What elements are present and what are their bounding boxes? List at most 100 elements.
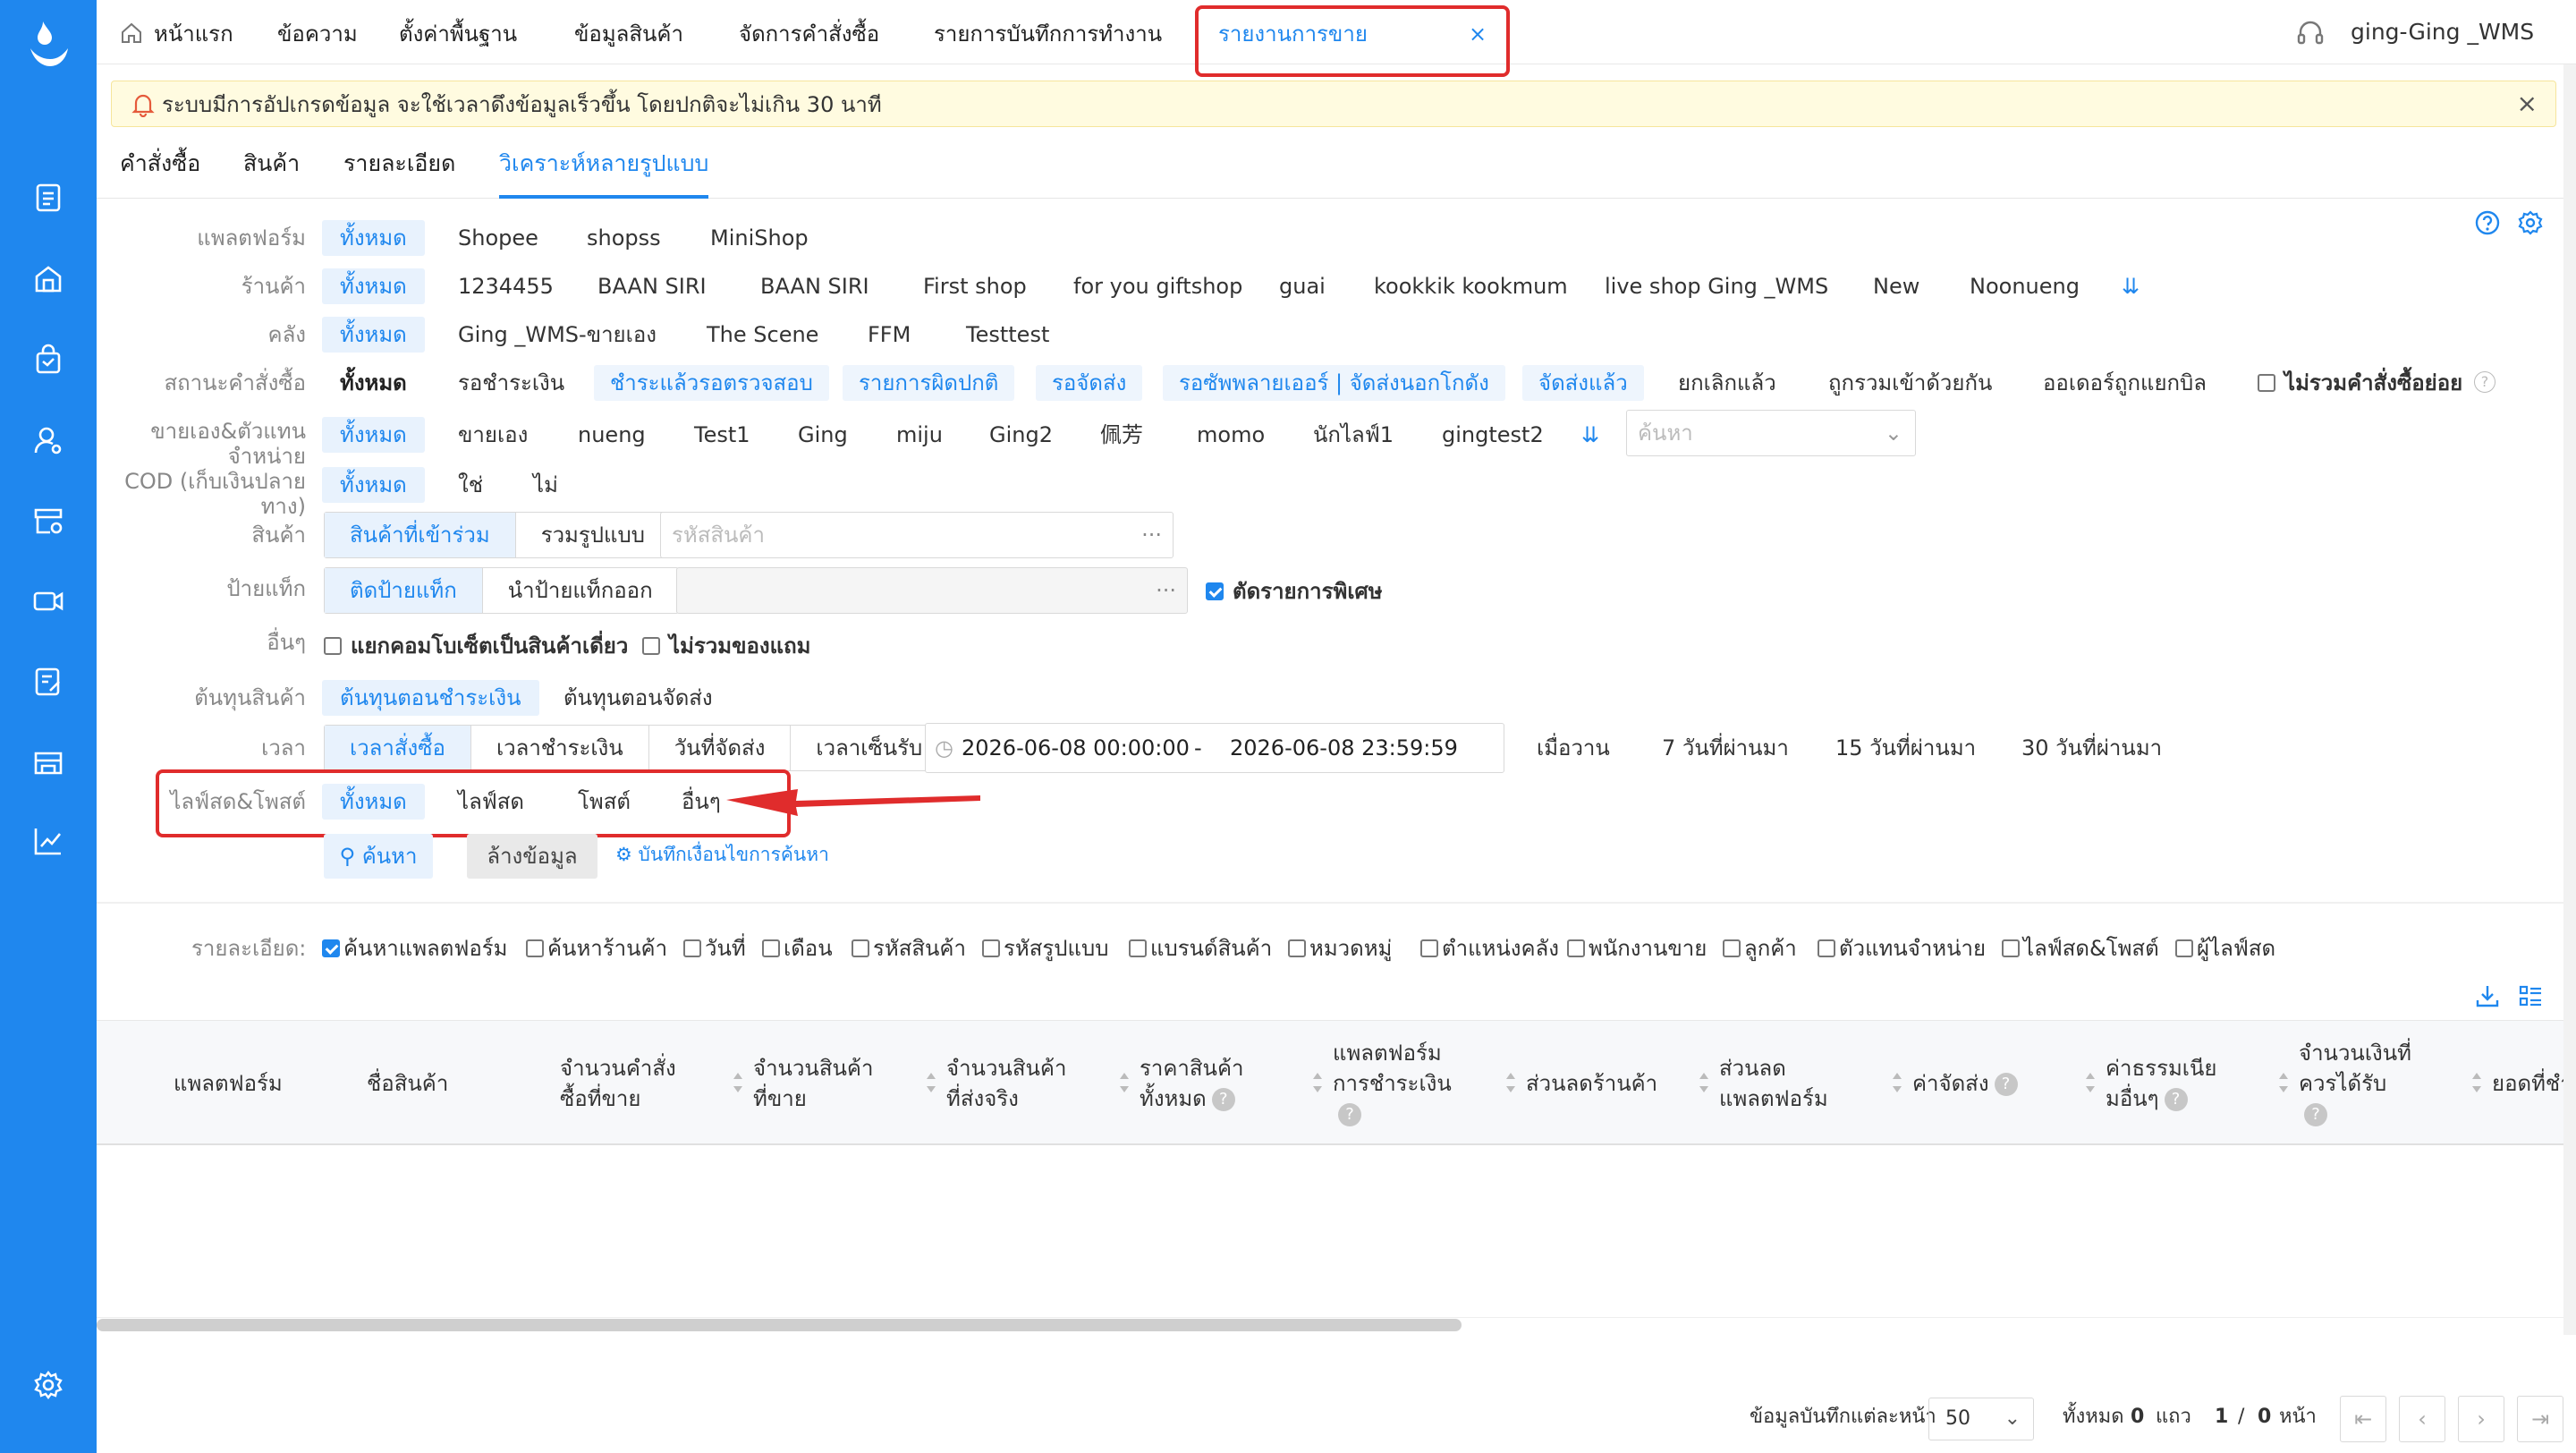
per-page-select[interactable]: 50 ⌄ bbox=[1928, 1398, 2034, 1440]
platform-minishop[interactable]: MiniShop bbox=[710, 220, 809, 256]
store-option[interactable]: New bbox=[1873, 268, 1919, 304]
help-icon[interactable] bbox=[2474, 209, 2501, 236]
notice-close-icon[interactable]: × bbox=[2517, 81, 2538, 126]
nav-messages[interactable]: ข้อความ bbox=[277, 0, 358, 64]
table-column-header[interactable]: ชื่อสินค้า bbox=[367, 1021, 546, 1146]
table-column-header[interactable]: แพลตฟอร์มการชำระเงิน? bbox=[1333, 1021, 1526, 1146]
help-icon[interactable]: ? bbox=[2474, 371, 2496, 393]
live-all[interactable]: ทั้งหมด bbox=[322, 784, 425, 820]
more-icon[interactable]: ··· bbox=[1141, 513, 1162, 557]
table-column-header[interactable]: ส่วนลดแพลตฟอร์ม bbox=[1719, 1021, 1912, 1146]
status-option[interactable]: ยกเลิกแล้ว bbox=[1678, 365, 1776, 401]
table-column-header[interactable]: ส่วนลดร้านค้า bbox=[1526, 1021, 1719, 1146]
gear-icon[interactable] bbox=[32, 1369, 64, 1401]
report-edit-icon[interactable] bbox=[32, 666, 64, 698]
horizontal-scrollbar[interactable] bbox=[97, 1319, 1462, 1331]
date-range-picker[interactable]: ◷ 2026-06-08 00:00:00 - 2026-06-08 23:59… bbox=[925, 723, 1504, 773]
sort-icon[interactable] bbox=[2470, 1069, 2483, 1096]
status-option[interactable]: ออเดอร์ถูกแยกบิล bbox=[2043, 365, 2207, 401]
subtab-multi-analysis[interactable]: วิเคราะห์หลายรูปแบบ bbox=[499, 136, 709, 199]
store-option[interactable]: First shop bbox=[923, 268, 1027, 304]
live-other[interactable]: อื่นๆ bbox=[682, 784, 721, 820]
table-column-header[interactable]: ค่าธรรมเนียมอื่นๆ? bbox=[2106, 1021, 2299, 1146]
seller-option[interactable]: Ging bbox=[798, 417, 848, 453]
detail-checkbox[interactable]: รหัสสินค้า bbox=[852, 933, 966, 964]
vertical-scrollbar[interactable] bbox=[2563, 64, 2576, 1335]
headset-icon[interactable] bbox=[2295, 18, 2326, 48]
detail-checkbox[interactable]: ลูกค้า bbox=[1723, 933, 1797, 964]
save-search-button[interactable]: ⚙ บันทึกเงื่อนไขการค้นหา bbox=[615, 839, 829, 870]
cod-all[interactable]: ทั้งหมด bbox=[322, 467, 425, 503]
detail-checkbox[interactable]: ไลฟ์สด&โพสต์ bbox=[2002, 933, 2159, 964]
shopping-bag-icon[interactable] bbox=[32, 344, 64, 376]
warehouse-option[interactable]: Testtest bbox=[966, 317, 1049, 353]
search-button[interactable]: ⚲ ค้นหา bbox=[324, 834, 433, 879]
tab-close-icon[interactable]: × bbox=[1469, 0, 1487, 64]
split-combo-checkbox[interactable]: แยกคอมโบเซ็ตเป็นสินค้าเดี่ยว bbox=[324, 631, 628, 661]
store-expand-chevron-icon[interactable]: ⇊ bbox=[2122, 268, 2140, 304]
detail-checkbox[interactable]: ค้นหาแพลตฟอร์ม bbox=[322, 933, 507, 964]
table-column-header[interactable]: แพลตฟอร์ม bbox=[174, 1021, 352, 1146]
nav-basic-settings[interactable]: ตั้งค่าพื้นฐาน bbox=[399, 0, 517, 64]
seller-option[interactable]: Test1 bbox=[694, 417, 750, 453]
status-option[interactable]: จัดส่งแล้ว bbox=[1522, 365, 1644, 401]
seller-option[interactable]: miju bbox=[896, 417, 943, 453]
cost-at-payment[interactable]: ต้นทุนตอนชำระเงิน bbox=[322, 680, 539, 716]
store-all[interactable]: ทั้งหมด bbox=[322, 268, 425, 304]
help-icon[interactable]: ? bbox=[2164, 1088, 2188, 1111]
warehouse-option[interactable]: Ging _WMS-ขายเอง bbox=[458, 317, 657, 353]
tag-select-input[interactable]: ··· bbox=[676, 567, 1188, 614]
seller-option[interactable]: Ging2 bbox=[989, 417, 1053, 453]
status-option[interactable]: รอชำระเงิน bbox=[458, 365, 564, 401]
status-option[interactable]: รอจัดส่ง bbox=[1036, 365, 1143, 401]
nav-product-info[interactable]: ข้อมูลสินค้า bbox=[574, 0, 683, 64]
detail-checkbox[interactable]: ค้นหาร้านค้า bbox=[526, 933, 667, 964]
help-icon[interactable]: ? bbox=[2304, 1103, 2327, 1126]
subtab-products[interactable]: สินค้า bbox=[243, 136, 300, 199]
tab-sales-report[interactable]: รายงานการขาย bbox=[1218, 0, 1368, 64]
sort-icon[interactable] bbox=[1504, 1069, 1517, 1096]
cost-at-shipping[interactable]: ต้นทุนตอนจัดส่ง bbox=[564, 680, 713, 716]
platform-shopee[interactable]: Shopee bbox=[458, 220, 538, 256]
product-code-input[interactable]: รหัสสินค้า ··· bbox=[660, 512, 1174, 558]
status-option[interactable]: ชำระแล้วรอตรวจสอบ bbox=[594, 365, 829, 401]
trend-chart-icon[interactable] bbox=[32, 825, 64, 857]
store-option[interactable]: BAAN SIRI bbox=[597, 268, 707, 304]
detail-checkbox[interactable]: แบรนด์สินค้า bbox=[1129, 933, 1272, 964]
video-icon[interactable] bbox=[32, 585, 64, 617]
sort-icon[interactable] bbox=[1698, 1069, 1710, 1096]
help-icon[interactable]: ? bbox=[1338, 1103, 1361, 1126]
time-seg-order[interactable]: เวลาสั่งซื้อ bbox=[325, 726, 471, 770]
storefront-icon[interactable] bbox=[32, 746, 64, 778]
next-page-button[interactable]: › bbox=[2458, 1396, 2504, 1442]
table-column-header[interactable]: ราคาสินค้าทั้งหมด? bbox=[1140, 1021, 1333, 1146]
platform-shopss[interactable]: shopss bbox=[587, 220, 661, 256]
last-page-button[interactable]: ⇥ bbox=[2517, 1396, 2563, 1442]
more-icon[interactable]: ··· bbox=[1156, 568, 1176, 613]
seller-option[interactable]: momo bbox=[1197, 417, 1265, 453]
status-all[interactable]: ทั้งหมด bbox=[340, 365, 407, 401]
store-option[interactable]: for you giftshop bbox=[1073, 268, 1242, 304]
tag-seg-remove[interactable]: นำป้ายแท็กออก bbox=[483, 568, 678, 613]
warehouse-option[interactable]: FFM bbox=[868, 317, 911, 353]
store-option[interactable]: 1234455 bbox=[458, 268, 554, 304]
live-streaming[interactable]: ไลฟ์สด bbox=[458, 784, 524, 820]
store-option[interactable]: kookkik kookmum bbox=[1374, 268, 1568, 304]
cut-special-items-checkbox[interactable]: ตัดรายการพิเศษ bbox=[1206, 576, 1383, 607]
sort-icon[interactable] bbox=[1311, 1069, 1324, 1096]
user-menu[interactable]: ging-Ging _WMS bbox=[2297, 0, 2534, 64]
clear-button[interactable]: ล้างข้อมูล bbox=[467, 834, 597, 879]
live-post[interactable]: โพสต์ bbox=[578, 784, 631, 820]
subtab-details[interactable]: รายละเอียด bbox=[343, 136, 455, 199]
detail-checkbox[interactable]: เดือน bbox=[762, 933, 833, 964]
store-option[interactable]: live shop Ging _WMS bbox=[1605, 268, 1828, 304]
warehouse-option[interactable]: The Scene bbox=[707, 317, 818, 353]
cod-no[interactable]: ไม่ bbox=[533, 467, 558, 503]
seller-expand-chevron-icon[interactable]: ⇊ bbox=[1581, 417, 1599, 453]
home-store-icon[interactable] bbox=[32, 263, 64, 295]
seller-option[interactable]: นักไลฟ์1 bbox=[1313, 417, 1394, 453]
exclude-gift-checkbox[interactable]: ไม่รวมของแถม bbox=[642, 631, 810, 661]
document-icon[interactable] bbox=[32, 182, 64, 214]
status-option[interactable]: รอซัพพลายเออร์ | จัดส่งนอกโกดัง bbox=[1163, 365, 1505, 401]
help-icon[interactable]: ? bbox=[1211, 1088, 1235, 1111]
